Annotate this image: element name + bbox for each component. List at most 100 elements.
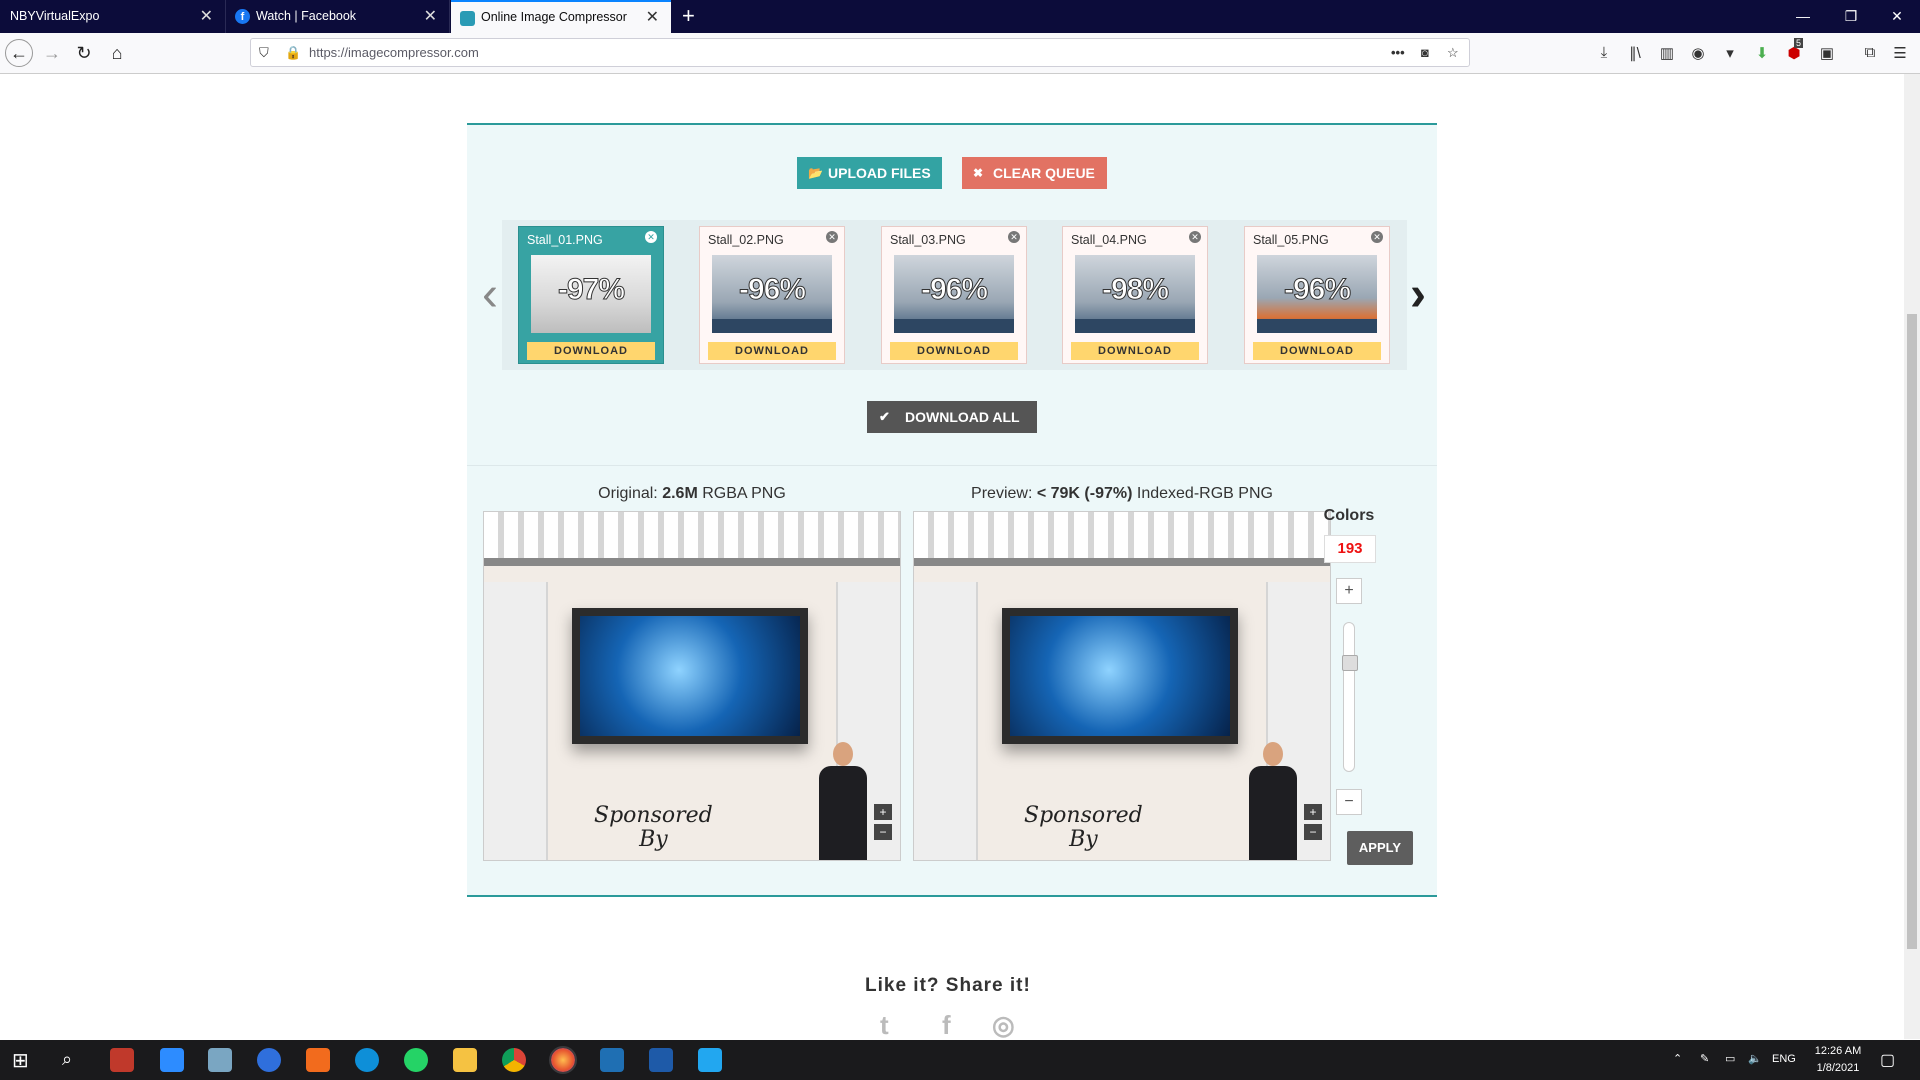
file-card[interactable]: Stall_05.PNG ✕ -96% DOWNLOAD bbox=[1244, 226, 1390, 364]
clock-time[interactable]: 12:26 AM bbox=[1806, 1045, 1870, 1057]
new-tab-button[interactable]: + bbox=[682, 0, 695, 32]
page-scrollbar[interactable] bbox=[1904, 74, 1920, 1039]
preview-image-view[interactable]: Sponsored By + − bbox=[913, 511, 1331, 861]
colors-slider[interactable] bbox=[1342, 622, 1358, 772]
tab-facebook[interactable]: f Watch | Facebook ✕ bbox=[226, 0, 450, 33]
scrollbar-thumb[interactable] bbox=[1907, 314, 1917, 949]
extension-icon[interactable]: ▣ bbox=[1817, 44, 1837, 62]
download-button[interactable]: DOWNLOAD bbox=[890, 342, 1018, 360]
zoom-app-icon[interactable] bbox=[160, 1048, 184, 1072]
download-helper-icon[interactable]: ⬇ bbox=[1752, 44, 1772, 62]
booth-sign-line: By bbox=[639, 827, 668, 852]
remove-file-icon[interactable]: ✕ bbox=[826, 231, 838, 243]
tumblr-icon[interactable]: t bbox=[880, 1010, 889, 1041]
close-icon[interactable]: ✕ bbox=[424, 0, 437, 33]
url-text[interactable]: https://imagecompressor.com bbox=[309, 39, 479, 66]
section-divider bbox=[467, 465, 1437, 466]
url-bar[interactable]: ⛉ 🔒 https://imagecompressor.com ••• ◙ ☆ bbox=[250, 38, 1470, 67]
slider-handle[interactable] bbox=[1342, 655, 1358, 671]
back-icon[interactable]: ← bbox=[5, 39, 33, 67]
chevron-up-icon[interactable]: ⌃ bbox=[1673, 1052, 1682, 1065]
account-icon[interactable]: ◉ bbox=[1688, 44, 1708, 62]
firefox-icon[interactable] bbox=[549, 1046, 577, 1074]
tab-image-compressor[interactable]: Online Image Compressor ✕ bbox=[451, 0, 671, 33]
download-button[interactable]: DOWNLOAD bbox=[708, 342, 836, 360]
downloads-icon[interactable]: ⤓ bbox=[1594, 44, 1614, 61]
network-icon[interactable]: ▭ bbox=[1725, 1052, 1735, 1065]
shield-icon[interactable]: ⛉ bbox=[259, 39, 269, 66]
minimize-icon[interactable]: — bbox=[1780, 0, 1826, 33]
app-icon[interactable] bbox=[110, 1048, 134, 1072]
file-card[interactable]: Stall_01.PNG ✕ -97% DOWNLOAD bbox=[518, 226, 664, 364]
remove-file-icon[interactable]: ✕ bbox=[1008, 231, 1020, 243]
remove-file-icon[interactable]: ✕ bbox=[1189, 231, 1201, 243]
extension-icon[interactable]: ▾ bbox=[1720, 44, 1740, 62]
more-actions-icon[interactable]: ••• bbox=[1391, 39, 1405, 66]
apply-button[interactable]: APPLY bbox=[1347, 831, 1413, 865]
pocket-icon[interactable]: ◙ bbox=[1421, 39, 1429, 66]
reddit-icon[interactable]: ◎ bbox=[992, 1010, 1015, 1041]
zoom-in-icon[interactable]: + bbox=[874, 804, 892, 820]
xampp-icon[interactable] bbox=[306, 1048, 330, 1072]
carousel-next-icon[interactable]: › bbox=[1410, 220, 1426, 370]
notifications-icon[interactable]: ▢ bbox=[1880, 1050, 1895, 1070]
original-format: RGBA PNG bbox=[697, 485, 786, 502]
search-icon[interactable]: ⌕ bbox=[62, 1049, 72, 1070]
vscode-icon[interactable] bbox=[698, 1048, 722, 1072]
file-card[interactable]: Stall_02.PNG ✕ -96% DOWNLOAD bbox=[699, 226, 845, 364]
carousel-prev-icon[interactable]: ‹ bbox=[482, 220, 498, 370]
powershell-icon[interactable] bbox=[649, 1048, 673, 1072]
bookmark-star-icon[interactable]: ☆ bbox=[1447, 39, 1459, 66]
sidebar-icon[interactable]: ▥ bbox=[1657, 44, 1677, 62]
app-icon[interactable] bbox=[208, 1048, 232, 1072]
increase-colors-button[interactable]: + bbox=[1336, 578, 1362, 604]
library-icon[interactable]: ∥\ bbox=[1625, 44, 1645, 62]
chrome-icon[interactable] bbox=[502, 1048, 526, 1072]
clock-date[interactable]: 1/8/2021 bbox=[1806, 1062, 1870, 1074]
file-card[interactable]: Stall_04.PNG ✕ -98% DOWNLOAD bbox=[1062, 226, 1208, 364]
safari-icon[interactable] bbox=[257, 1048, 281, 1072]
language-indicator[interactable]: ENG bbox=[1772, 1053, 1796, 1065]
window-close-icon[interactable]: ✕ bbox=[1874, 0, 1920, 33]
facebook-icon[interactable]: f bbox=[942, 1010, 951, 1041]
upload-files-button[interactable]: 📂 UPLOAD FILES bbox=[797, 157, 942, 189]
forward-icon[interactable]: → bbox=[38, 39, 66, 67]
clear-queue-button[interactable]: ✖ CLEAR QUEUE bbox=[962, 157, 1107, 189]
skype-icon[interactable] bbox=[355, 1048, 379, 1072]
file-explorer-icon[interactable] bbox=[453, 1048, 477, 1072]
zoom-out-icon[interactable]: − bbox=[1304, 824, 1322, 840]
savings-percent: -98% bbox=[1101, 273, 1169, 307]
remove-file-icon[interactable]: ✕ bbox=[1371, 231, 1383, 243]
extensions-icon[interactable]: ⧉ bbox=[1860, 44, 1880, 61]
restore-icon[interactable]: ❐ bbox=[1828, 0, 1874, 33]
original-image-view[interactable]: Sponsored By + − bbox=[483, 511, 901, 861]
presenter-figure bbox=[1249, 742, 1297, 860]
zoom-out-icon[interactable]: − bbox=[874, 824, 892, 840]
colors-value-input[interactable]: 193 bbox=[1324, 535, 1376, 563]
download-button[interactable]: DOWNLOAD bbox=[527, 342, 655, 360]
volume-icon[interactable]: 🔈 bbox=[1748, 1052, 1762, 1065]
home-icon[interactable]: ⌂ bbox=[103, 39, 131, 67]
browser-tab-bar: NBYVirtualExpo ✕ f Watch | Facebook ✕ On… bbox=[0, 0, 1920, 33]
windows-start-icon[interactable]: ⊞ bbox=[12, 1048, 29, 1073]
lock-icon[interactable]: 🔒 bbox=[285, 39, 301, 66]
booth-truss bbox=[484, 512, 900, 566]
file-card[interactable]: Stall_03.PNG ✕ -96% DOWNLOAD bbox=[881, 226, 1027, 364]
tab-nbyvirtualexpo[interactable]: NBYVirtualExpo ✕ bbox=[0, 0, 226, 33]
adblock-icon[interactable]: ⬢ 5 bbox=[1784, 38, 1804, 62]
download-button[interactable]: DOWNLOAD bbox=[1253, 342, 1381, 360]
close-icon[interactable]: ✕ bbox=[200, 0, 213, 33]
remove-file-icon[interactable]: ✕ bbox=[645, 231, 657, 243]
menu-icon[interactable]: ☰ bbox=[1890, 44, 1910, 62]
reload-icon[interactable]: ↻ bbox=[70, 39, 98, 67]
tray-icon[interactable]: ✎ bbox=[1700, 1052, 1709, 1065]
download-all-button[interactable]: ✔ DOWNLOAD ALL bbox=[867, 401, 1037, 433]
zoom-in-icon[interactable]: + bbox=[1304, 804, 1322, 820]
file-thumbnail: -97% bbox=[531, 255, 651, 333]
decrease-colors-button[interactable]: − bbox=[1336, 789, 1362, 815]
photos-icon[interactable] bbox=[600, 1048, 624, 1072]
download-button[interactable]: DOWNLOAD bbox=[1071, 342, 1199, 360]
booth-sign: Sponsored By bbox=[594, 804, 713, 852]
whatsapp-icon[interactable] bbox=[404, 1048, 428, 1072]
close-icon[interactable]: ✕ bbox=[646, 2, 659, 33]
